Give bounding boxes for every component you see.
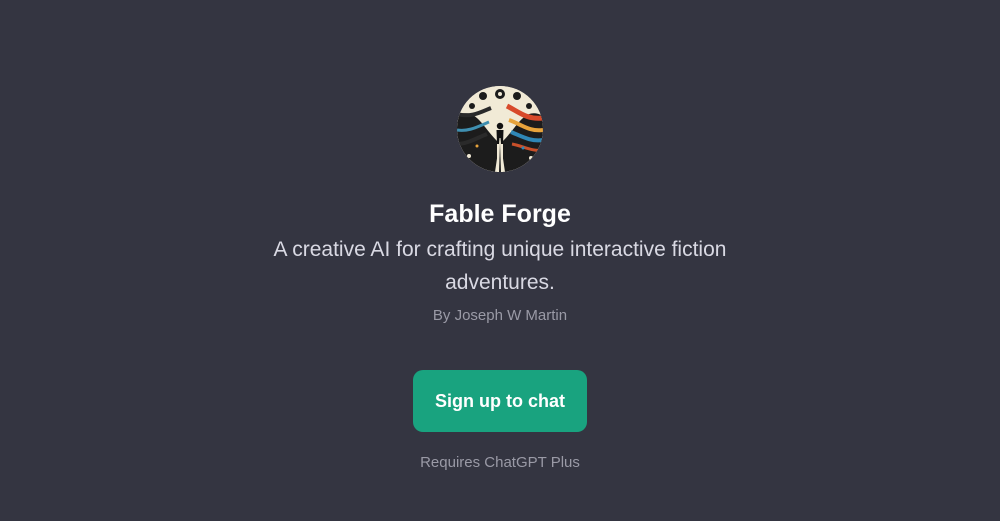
fable-forge-logo-icon xyxy=(457,86,543,172)
gpt-author: By Joseph W Martin xyxy=(432,307,568,324)
gpt-description: A creative AI for crafting unique intera… xyxy=(273,238,727,294)
sign-up-to-chat-button[interactable]: Sign up to chat xyxy=(413,370,587,432)
requires-plan-note: Requires ChatGPT Plus xyxy=(420,454,580,471)
gpt-name: Fable Forge xyxy=(429,200,571,228)
gpt-landing-page: Fable Forge A creative AI for crafting u… xyxy=(0,0,1000,521)
